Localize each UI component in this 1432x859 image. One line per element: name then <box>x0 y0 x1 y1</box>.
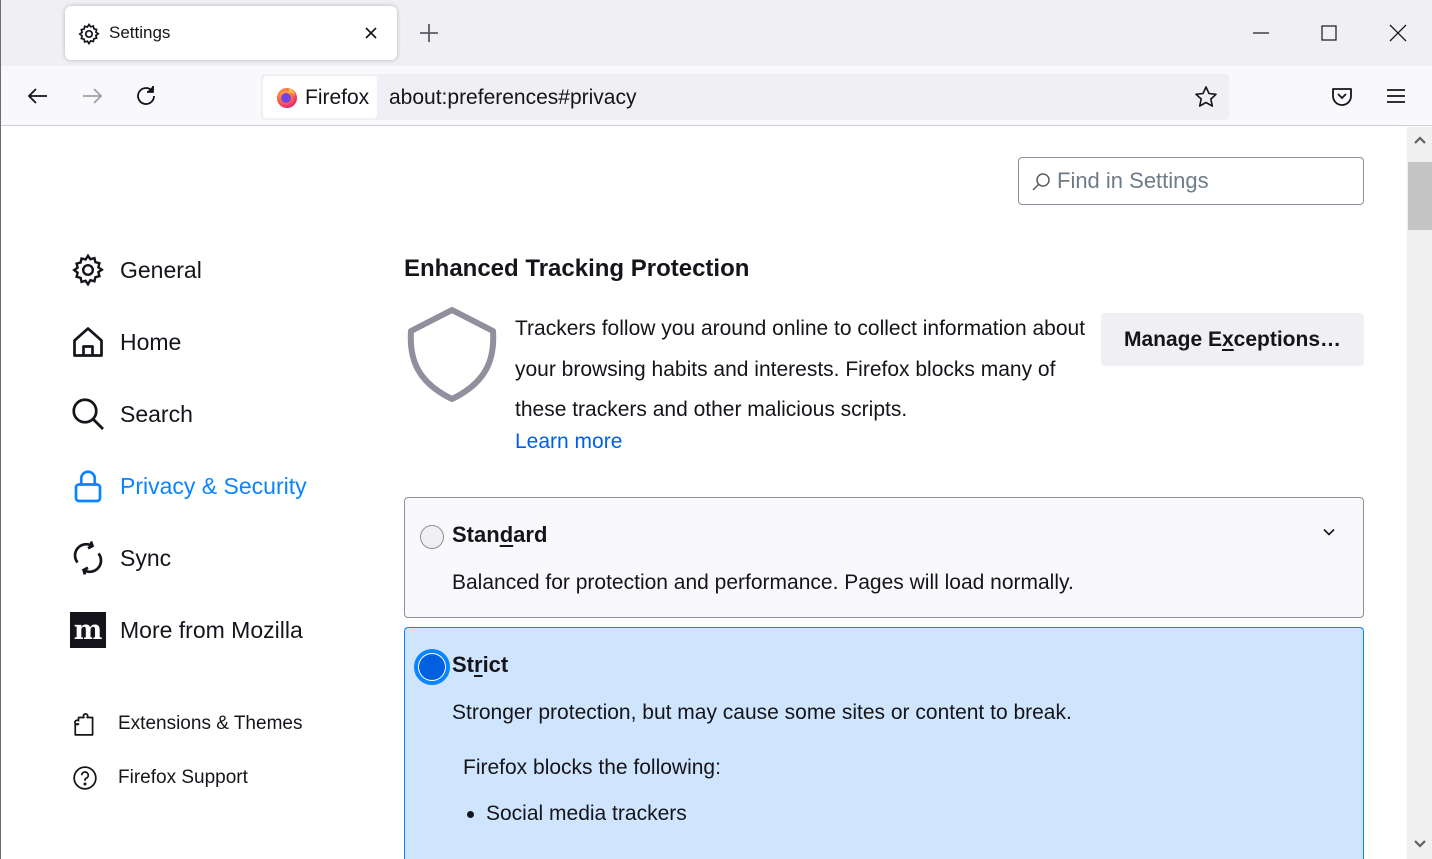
sidebar-item-label: Search <box>120 400 193 427</box>
section-title: Enhanced Tracking Protection <box>404 255 750 282</box>
svg-text:m: m <box>74 615 103 646</box>
sidebar-link-label: Extensions & Themes <box>118 713 303 734</box>
scrollbar-thumb[interactable] <box>1408 162 1432 230</box>
firefox-logo-icon <box>277 88 297 108</box>
vertical-scrollbar[interactable] <box>1406 127 1432 859</box>
button-label: ceptions… <box>1233 327 1342 351</box>
sidebar-link-label: Firefox Support <box>118 767 248 788</box>
tab-title: Settings <box>109 23 171 42</box>
tab-strip: Settings <box>1 0 1432 66</box>
option-description: Stronger protection, but may cause some … <box>452 701 1072 724</box>
pocket-icon[interactable] <box>1329 83 1355 109</box>
option-title: Strict <box>452 652 508 678</box>
accesskey: d <box>499 522 514 547</box>
star-icon[interactable] <box>1193 84 1219 110</box>
sidebar-item-label: Privacy & Security <box>120 472 307 499</box>
bullet <box>467 810 474 818</box>
option-title: Standard <box>452 522 547 548</box>
minimize-icon[interactable] <box>1248 20 1274 46</box>
sidebar-item-home[interactable]: Home <box>70 324 181 360</box>
tab-settings[interactable]: Settings <box>65 6 397 60</box>
nav-bar: Firefox about:preferences#privacy <box>1 66 1432 126</box>
blocks-list-item: Social media trackers <box>463 802 687 826</box>
close-icon[interactable] <box>1385 20 1411 46</box>
title-part: ict <box>482 652 509 677</box>
search-icon <box>1032 173 1050 191</box>
chevron-down-icon[interactable] <box>1321 524 1337 540</box>
scroll-up-icon[interactable] <box>1413 133 1427 147</box>
forward-icon[interactable] <box>79 83 105 109</box>
option-strict[interactable]: Strict Stronger protection, but may caus… <box>404 627 1364 859</box>
identity-label: Firefox <box>305 86 370 109</box>
blocks-label: Firefox blocks the following: <box>463 756 721 779</box>
title-part: ard <box>513 522 548 547</box>
help-icon <box>73 766 97 790</box>
url-text[interactable]: about:preferences#privacy <box>389 86 636 110</box>
sidebar-item-general[interactable]: General <box>70 252 202 288</box>
plus-icon[interactable] <box>417 21 441 45</box>
title-part: Stan <box>452 522 500 547</box>
url-bar[interactable]: Firefox about:preferences#privacy <box>261 74 1229 120</box>
settings-page: General Home Search Privacy & Security S… <box>2 127 1406 859</box>
maximize-icon[interactable] <box>1316 20 1342 46</box>
button-label: Manage E <box>1123 327 1222 351</box>
search-input[interactable] <box>1057 166 1347 196</box>
blocked-item-label: Social media trackers <box>486 802 687 825</box>
learn-more-link[interactable]: Learn more <box>515 430 622 454</box>
sync-icon <box>73 541 103 575</box>
gear-icon <box>72 253 104 287</box>
back-icon[interactable] <box>25 83 51 109</box>
sidebar-link-firefox-support[interactable]: Firefox Support <box>72 765 248 791</box>
accesskey: r <box>474 652 483 677</box>
lock-icon <box>74 470 102 503</box>
sidebar-item-label: Sync <box>120 544 172 571</box>
sidebar-item-sync[interactable]: Sync <box>70 540 171 576</box>
sidebar-item-label: More from Mozilla <box>120 616 303 643</box>
browser-window: Settings Firefox about:preferences#priva… <box>0 0 1432 859</box>
sidebar-item-privacy-security[interactable]: Privacy & Security <box>70 468 307 504</box>
search-icon <box>72 398 104 430</box>
radio-standard[interactable] <box>420 525 444 549</box>
scroll-down-icon[interactable] <box>1413 837 1427 851</box>
accesskey: x <box>1221 327 1234 351</box>
option-standard[interactable]: Standard Balanced for protection and per… <box>404 497 1364 618</box>
sidebar-link-extensions-themes[interactable]: Extensions & Themes <box>72 711 302 737</box>
sidebar-item-more-from-mozilla[interactable]: m More from Mozilla <box>70 612 303 648</box>
manage-exceptions-button[interactable]: Manage Exceptions… <box>1101 313 1364 366</box>
title-part: St <box>452 652 474 677</box>
sidebar-item-search[interactable]: Search <box>70 396 193 432</box>
close-tab-icon[interactable] <box>361 23 381 43</box>
tracking-description: Trackers follow you around online to col… <box>515 317 1086 421</box>
puzzle-icon <box>74 713 94 736</box>
option-description: Balanced for protection and performance.… <box>452 571 1074 594</box>
radio-strict[interactable] <box>414 649 450 685</box>
identity-box[interactable]: Firefox <box>263 76 377 118</box>
find-in-settings-field[interactable] <box>1018 157 1364 205</box>
shield-icon <box>407 307 497 402</box>
home-icon <box>73 327 103 357</box>
sidebar-item-label: General <box>120 256 202 283</box>
sidebar-item-label: Home <box>120 328 182 355</box>
mozilla-icon: m <box>70 612 106 648</box>
reload-icon[interactable] <box>133 83 159 109</box>
menu-icon[interactable] <box>1383 83 1409 109</box>
gear-icon <box>78 22 100 46</box>
